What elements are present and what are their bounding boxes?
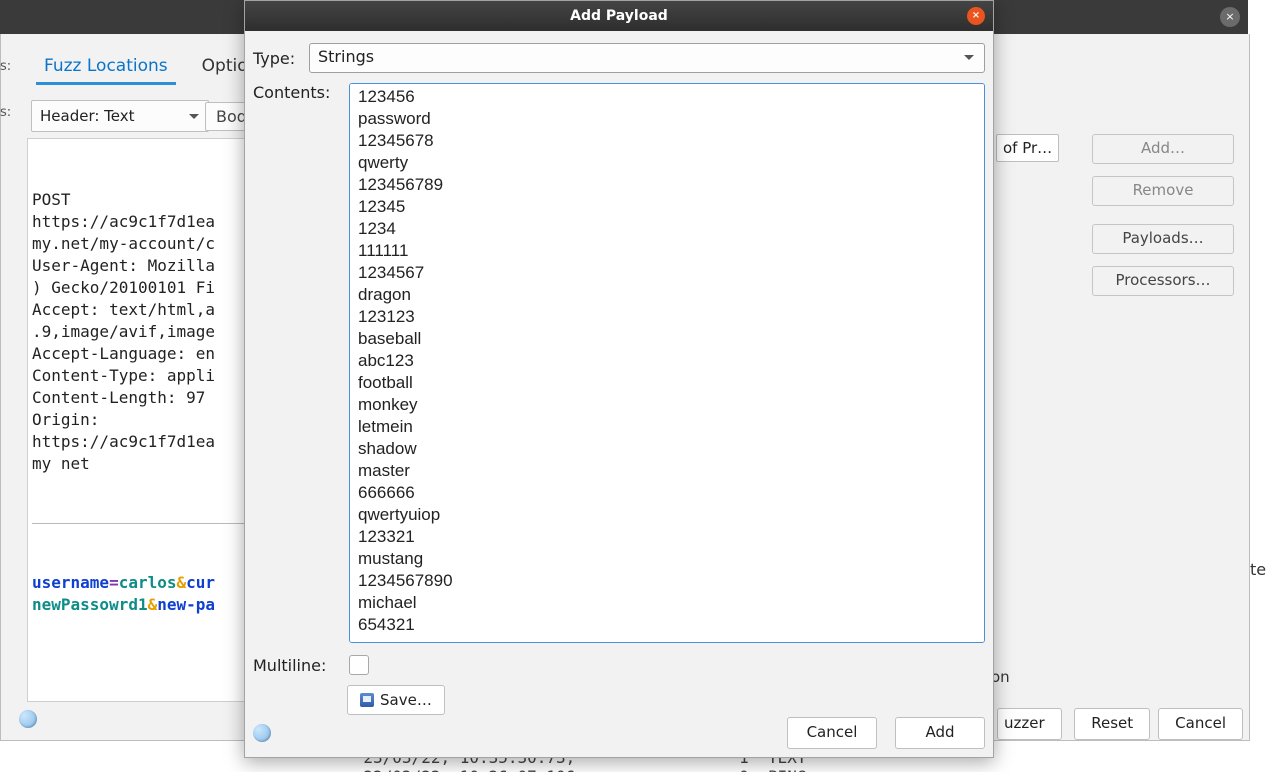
right-panel: of Pr… Add… Remove Payloads… Processors… [996,134,1236,170]
column-header-fragment: of Pr… [996,134,1059,162]
dialog-title-text: Add Payload [570,8,668,24]
add-button[interactable]: Add… [1092,134,1234,164]
header-view-select[interactable]: Header: Text [31,100,209,132]
request-headers-text: POST https://ac9c1f7d1ea my.net/my-accou… [32,189,250,475]
save-button[interactable]: Save… [347,685,445,715]
close-icon[interactable]: × [1220,7,1240,27]
cancel-button[interactable]: Cancel [787,717,877,749]
save-button-label: Save… [380,691,432,709]
tabs: Fuzz Locations Option [36,56,266,85]
cancel-button[interactable]: Cancel [1158,708,1243,740]
processors-button[interactable]: Processors… [1092,266,1234,296]
multiline-label: Multiline: [253,656,339,675]
type-label: Type: [253,49,299,68]
multiline-checkbox[interactable] [349,655,369,675]
contents-textarea[interactable]: 123456 password 12345678 qwerty 12345678… [349,83,985,643]
payload-type-select[interactable]: Strings [309,43,985,73]
contents-label: Contents: [253,83,339,102]
edge-fragment: s: [0,59,11,74]
parent-footer-buttons: Reset Cancel [1074,708,1243,740]
reset-button[interactable]: Reset [1074,708,1150,740]
remove-button[interactable]: Remove [1092,176,1234,206]
help-icon[interactable] [19,710,37,728]
payloads-button[interactable]: Payloads… [1092,224,1234,254]
tab-fuzz-locations[interactable]: Fuzz Locations [36,56,176,85]
start-fuzzer-button-fragment[interactable]: uzzer [997,708,1062,740]
add-button[interactable]: Add [895,717,985,749]
add-payload-dialog: Add Payload × Type: Strings Contents: 12… [244,0,994,758]
text-fragment: te [1250,560,1266,579]
close-icon[interactable]: × [967,7,985,25]
dialog-title: Add Payload × [245,1,993,31]
help-icon[interactable] [253,724,271,742]
save-icon [360,693,374,707]
divider [32,523,250,524]
request-editor[interactable]: POST https://ac9c1f7d1ea my.net/my-accou… [27,138,255,702]
request-body-text: username=carlos&cur newPassowrd1&new-pa [32,572,250,616]
edge-fragment: s: [0,105,11,120]
footer-label-fragment: on [991,668,1249,686]
